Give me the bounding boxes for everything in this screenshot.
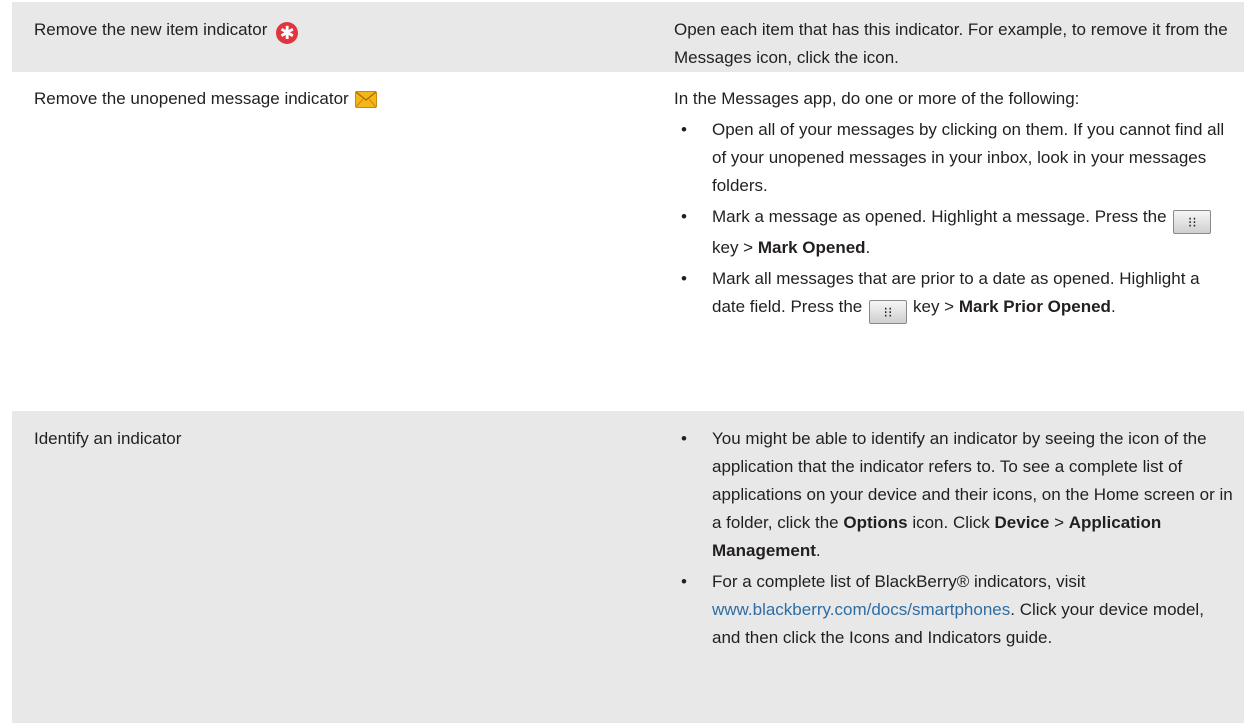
- blackberry-menu-key-icon: ⁝⁝: [869, 300, 907, 324]
- punctuation: .: [865, 238, 871, 257]
- bullet-marker: •: [681, 269, 687, 288]
- bullet-text: >: [1054, 513, 1065, 532]
- punctuation: .: [815, 541, 821, 560]
- bullet-marker: •: [681, 207, 687, 226]
- bullet-list: • You might be able to identify an indic…: [674, 425, 1234, 652]
- bullet-text: For a complete list of BlackBerry® indic…: [712, 572, 1086, 591]
- bullet-marker: •: [681, 429, 687, 448]
- bullet-list: • Open all of your messages by clicking …: [674, 116, 1234, 324]
- indicators-table: Remove the new item indicator ✱ Open eac…: [12, 0, 1244, 723]
- table-row: Remove the unopened message indicator In…: [12, 72, 1244, 410]
- bullet-text: Open all of your messages by clicking on…: [712, 120, 1225, 195]
- unopened-message-envelope-icon: [355, 91, 378, 113]
- list-item: • For a complete list of BlackBerry® ind…: [674, 568, 1234, 652]
- description-text: Open each item that has this indicator. …: [674, 20, 1228, 67]
- list-item: • Mark a message as opened. Highlight a …: [674, 203, 1234, 262]
- task-label: Remove the new item indicator: [34, 20, 268, 39]
- task-cell: Identify an indicator: [12, 409, 654, 723]
- table-row: Identify an indicator • You might be abl…: [12, 409, 1244, 723]
- bullet-marker: •: [681, 120, 687, 139]
- table-row: Remove the new item indicator ✱ Open eac…: [12, 0, 1244, 72]
- description-cell: • You might be able to identify an indic…: [654, 409, 1244, 723]
- bullet-text: icon. Click: [912, 513, 990, 532]
- task-cell: Remove the new item indicator ✱: [12, 0, 654, 72]
- description-cell: Open each item that has this indicator. …: [654, 0, 1244, 72]
- task-label: Remove the unopened message indicator: [34, 89, 349, 108]
- punctuation: .: [1110, 297, 1116, 316]
- intro-text: In the Messages app, do one or more of t…: [674, 89, 1080, 108]
- bullet-marker: •: [681, 572, 687, 591]
- bullet-text: key >: [913, 297, 955, 316]
- list-item: • Mark all messages that are prior to a …: [674, 265, 1234, 324]
- task-label: Identify an indicator: [34, 429, 182, 448]
- bullet-text: Mark a message as opened. Highlight a me…: [712, 207, 1167, 226]
- new-item-indicator-icon: ✱: [276, 22, 299, 44]
- blackberry-docs-link[interactable]: www.blackberry.com/docs/smartphones: [712, 600, 1010, 619]
- ui-term: Device: [994, 513, 1050, 532]
- ui-term: Options: [843, 513, 908, 532]
- bullet-text: Mark all messages that are prior to a da…: [712, 269, 1200, 316]
- bullet-text: key >: [712, 238, 754, 257]
- blackberry-menu-key-icon: ⁝⁝: [1173, 210, 1212, 234]
- list-item: • You might be able to identify an indic…: [674, 425, 1234, 565]
- task-cell: Remove the unopened message indicator: [12, 72, 654, 410]
- menu-command: Mark Opened: [757, 238, 866, 257]
- description-cell: In the Messages app, do one or more of t…: [654, 72, 1244, 410]
- menu-command: Mark Prior Opened: [958, 297, 1111, 316]
- list-item: • Open all of your messages by clicking …: [674, 116, 1234, 200]
